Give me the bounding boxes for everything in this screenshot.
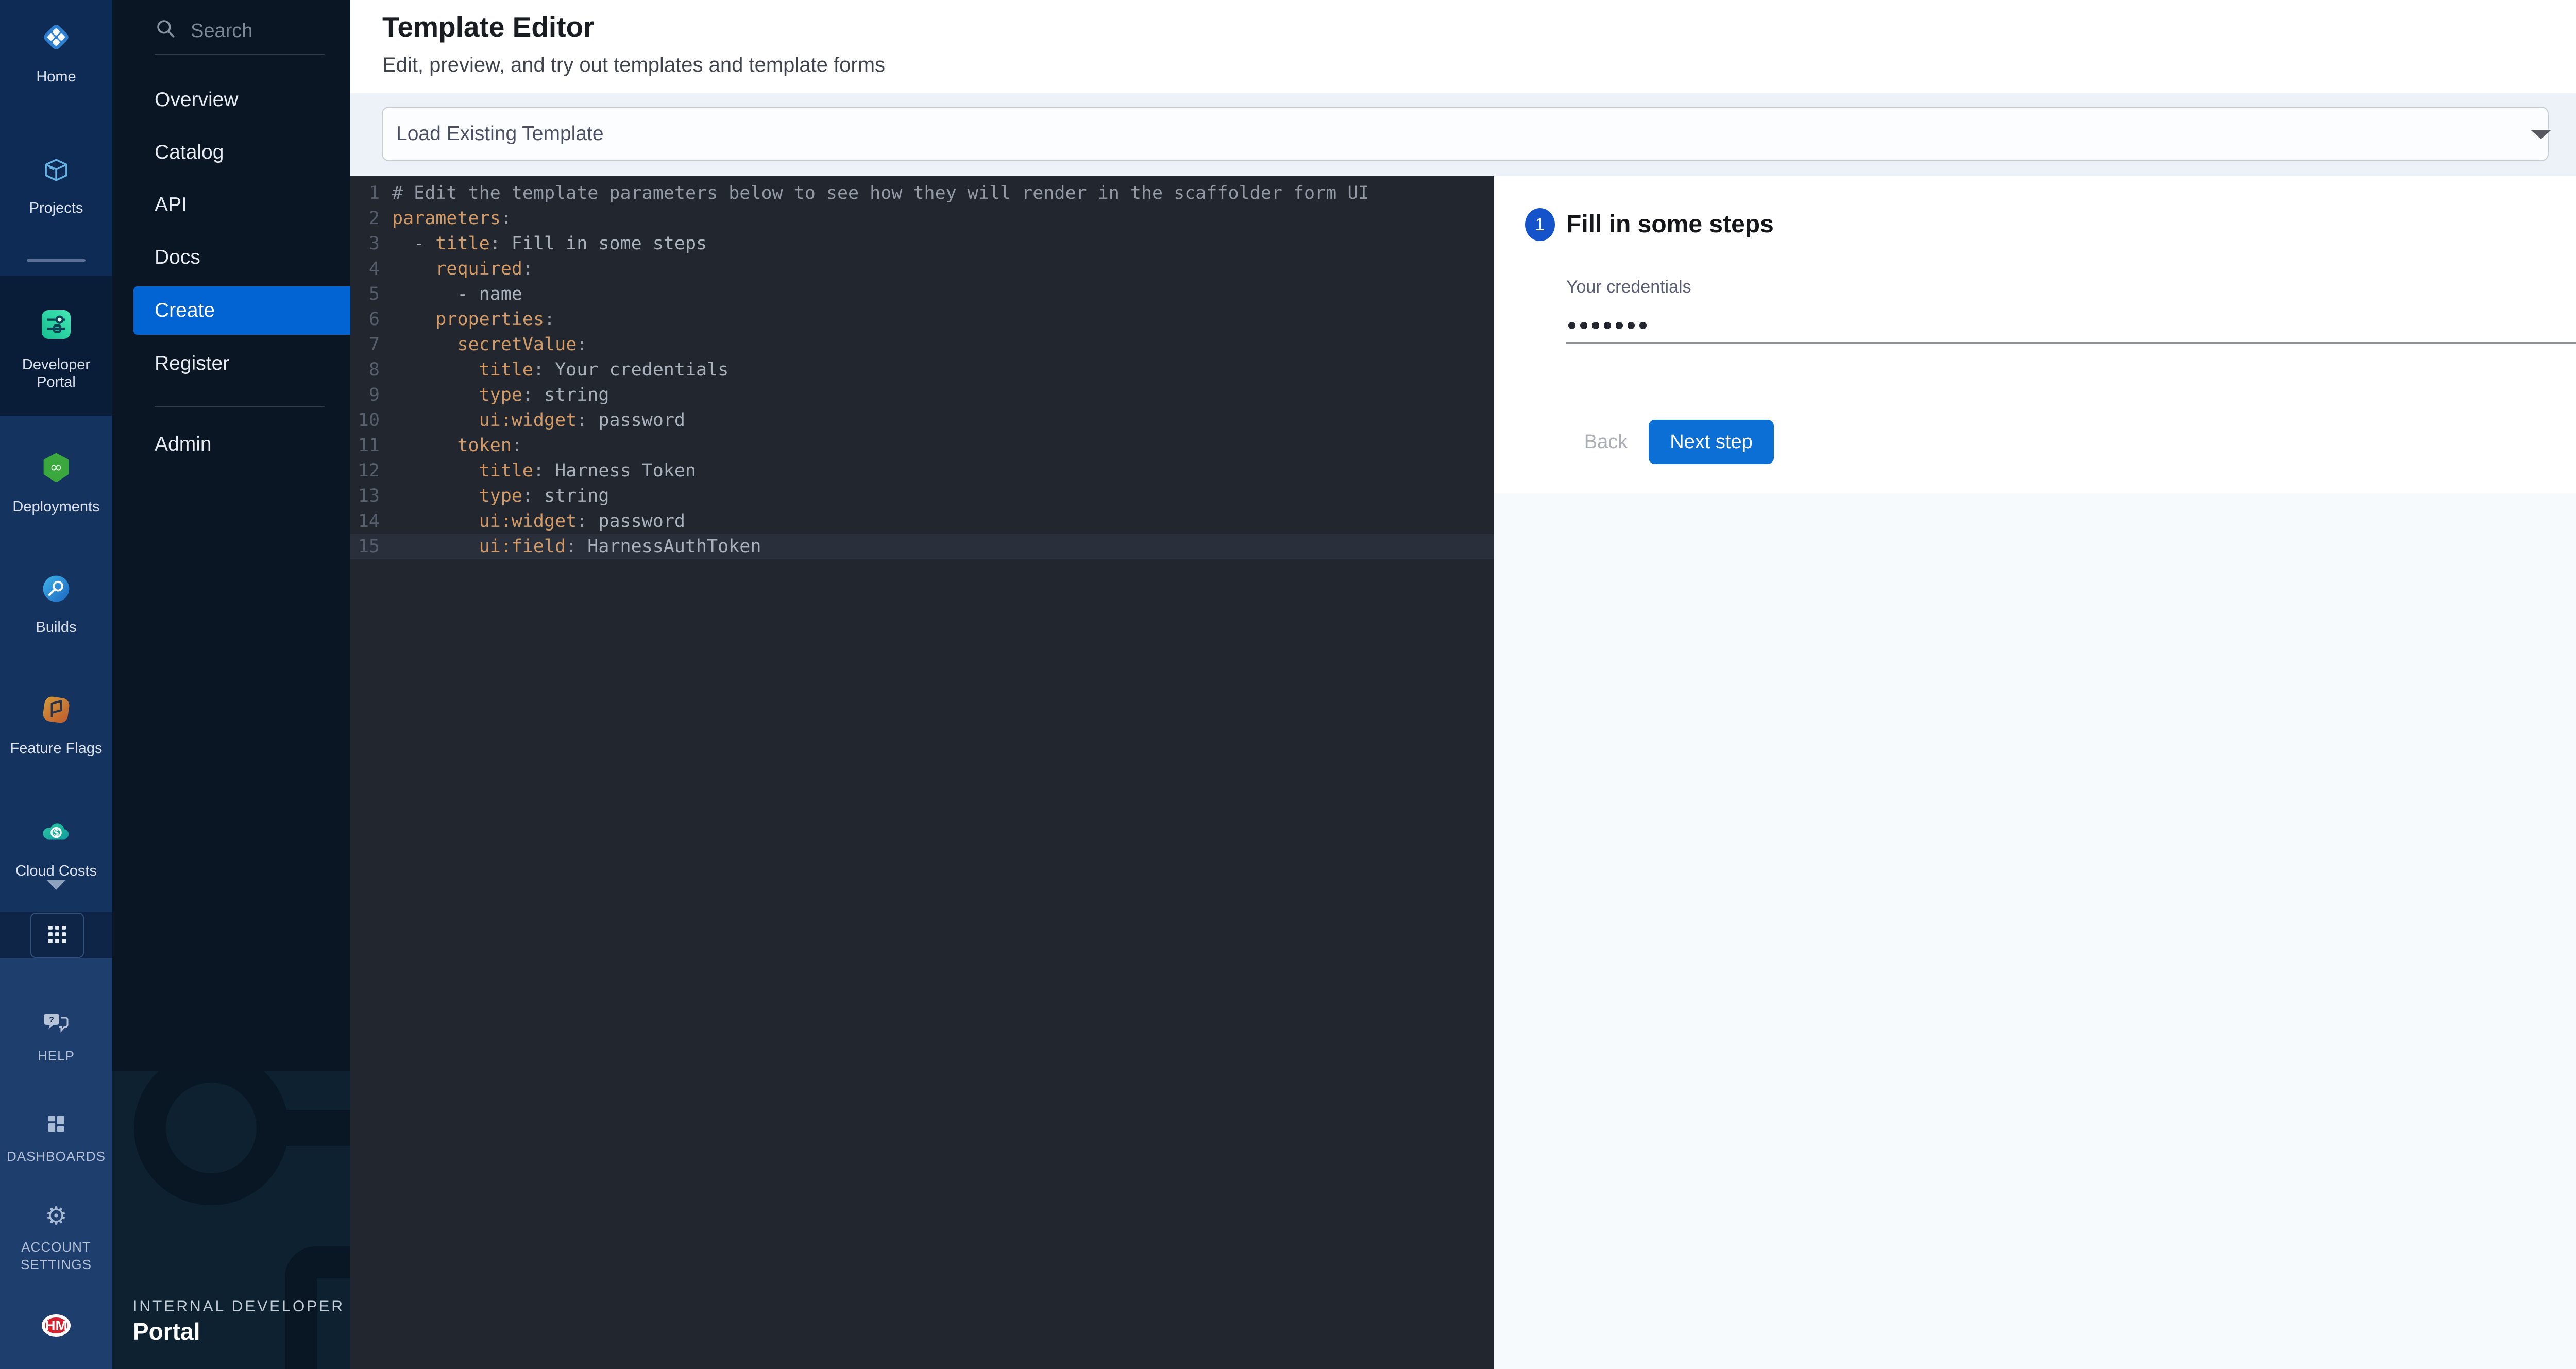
app-root: Home Projects Developer Portal ∞ Deploym… — [0, 0, 2576, 1369]
decorative-pipe — [277, 1110, 350, 1146]
code-line: 14 ui:widget: password — [350, 509, 1494, 534]
rail-item-home[interactable]: Home — [0, 21, 112, 85]
rail-item-label: Developer Portal — [12, 356, 100, 391]
code-line: 10 ui:widget: password — [350, 408, 1494, 433]
sidenav-divider — [155, 54, 325, 55]
svg-text:$: $ — [54, 828, 59, 838]
sidenav-item-register[interactable]: Register — [155, 353, 229, 374]
rail-item-label: Projects — [0, 199, 112, 217]
rail-item-account-settings[interactable]: ⚙ ACCOUNT SETTINGS — [0, 1204, 112, 1273]
step-number-badge: 1 — [1525, 208, 1555, 241]
password-dot — [1580, 322, 1587, 329]
password-dot — [1639, 322, 1647, 329]
code-line: 1# Edit the template parameters below to… — [350, 181, 1494, 206]
harness-logo-icon — [0, 21, 112, 56]
projects-cube-icon — [0, 156, 112, 187]
code-line: 6 properties: — [350, 307, 1494, 332]
grid-icon — [48, 926, 66, 946]
search-input[interactable]: Search — [155, 18, 252, 44]
code-line: 12 title: Harness Token — [350, 458, 1494, 484]
brand-line1: INTERNAL DEVELOPER — [133, 1298, 345, 1315]
sidenav: Search Overview Catalog API Docs Create … — [112, 0, 350, 1369]
step-title: Fill in some steps — [1566, 210, 1774, 238]
password-dot — [1628, 322, 1635, 329]
credentials-label: Your credentials — [1566, 277, 1691, 297]
rail-divider — [27, 259, 86, 262]
search-icon — [155, 18, 176, 44]
brand-line2: Portal — [133, 1317, 200, 1345]
builds-icon — [0, 574, 112, 606]
rail-item-label: Builds — [0, 619, 112, 636]
input-underline — [1566, 342, 2576, 344]
password-dot — [1568, 322, 1575, 329]
page-subtitle: Edit, preview, and try out templates and… — [382, 54, 885, 77]
load-template-select[interactable]: Load Existing Template — [382, 107, 2549, 161]
rail-expand-modules[interactable] — [0, 890, 112, 899]
code-line: 5 - name — [350, 282, 1494, 307]
rail-item-builds[interactable]: Builds — [0, 574, 112, 636]
rail-item-label: Deployments — [0, 498, 112, 516]
code-line: 9 type: string — [350, 383, 1494, 408]
rail-item-dashboards[interactable]: DASHBOARDS — [0, 1112, 112, 1165]
code-line: 13 type: string — [350, 484, 1494, 509]
form-preview-panel: 1 Fill in some steps Your credentials Ba… — [1494, 176, 2576, 1369]
sidenav-divider — [155, 406, 325, 407]
code-line: 4 required: — [350, 256, 1494, 282]
code-line: 2parameters: — [350, 206, 1494, 231]
rail-item-label: Home — [0, 68, 112, 85]
help-chat-icon: ? — [0, 1012, 112, 1038]
code-lines: 1# Edit the template parameters below to… — [350, 181, 1494, 559]
rail-item-label: DASHBOARDS — [0, 1148, 112, 1165]
toolbar-band: Load Existing Template — [350, 93, 2576, 176]
rail-item-projects[interactable]: Projects — [0, 156, 112, 217]
load-template-select-label: Load Existing Template — [396, 108, 604, 160]
cloud-costs-icon: $ — [0, 815, 112, 850]
deployments-icon: ∞ — [0, 452, 112, 486]
module-browser-button[interactable] — [30, 913, 84, 958]
developer-portal-icon — [0, 308, 112, 344]
rail-item-help[interactable]: ? HELP — [0, 1012, 112, 1065]
rail-item-label: Feature Flags — [0, 740, 112, 757]
rail-item-feature-flags[interactable]: Feature Flags — [0, 695, 112, 757]
sidenav-item-overview[interactable]: Overview — [155, 90, 239, 110]
rail-item-label: ACCOUNT SETTINGS — [15, 1238, 97, 1273]
template-editor-code[interactable]: 1# Edit the template parameters below to… — [350, 176, 1494, 1369]
avatar: HM — [42, 1314, 71, 1337]
sidenav-item-api[interactable]: API — [155, 195, 187, 215]
code-line: 3 - title: Fill in some steps — [350, 231, 1494, 256]
rail-item-cloud-costs[interactable]: $ Cloud Costs — [0, 815, 112, 880]
select-caret-icon — [2531, 130, 2551, 139]
rail-item-deployments[interactable]: ∞ Deployments — [0, 452, 112, 516]
sidenav-item-catalog[interactable]: Catalog — [155, 142, 224, 163]
rail-item-label: HELP — [0, 1047, 112, 1065]
feature-flags-icon — [0, 695, 112, 727]
search-placeholder: Search — [191, 20, 252, 42]
form-card: 1 Fill in some steps Your credentials Ba… — [1494, 176, 2576, 493]
sidenav-item-create[interactable]: Create — [133, 286, 350, 335]
page-title: Template Editor — [382, 10, 595, 43]
back-button[interactable]: Back — [1577, 420, 1635, 464]
code-line: 15 ui:field: HarnessAuthToken — [350, 534, 1494, 559]
next-step-button[interactable]: Next step — [1649, 420, 1774, 464]
password-dot — [1604, 322, 1611, 329]
chevron-down-icon — [47, 880, 65, 899]
svg-text:∞: ∞ — [50, 458, 63, 476]
rail-item-user-avatar[interactable]: HM — [0, 1309, 112, 1342]
credentials-dots — [1568, 322, 1647, 329]
svg-text:?: ? — [49, 1016, 54, 1024]
page-header: Template Editor Edit, preview, and try o… — [350, 0, 2576, 93]
module-rail: Home Projects Developer Portal ∞ Deploym… — [0, 0, 112, 1369]
password-dot — [1592, 322, 1599, 329]
gear-icon: ⚙ — [0, 1204, 112, 1229]
decorative-ring — [134, 1071, 289, 1205]
code-line: 7 secretValue: — [350, 332, 1494, 357]
sidenav-item-docs[interactable]: Docs — [155, 247, 200, 268]
dashboards-icon — [0, 1112, 112, 1138]
rail-item-label: Cloud Costs — [0, 862, 112, 880]
rail-item-developer-portal[interactable]: Developer Portal — [0, 308, 112, 391]
sidenav-item-admin[interactable]: Admin — [155, 434, 212, 455]
password-dot — [1616, 322, 1623, 329]
code-line: 11 token: — [350, 433, 1494, 458]
code-line: 8 title: Your credentials — [350, 357, 1494, 383]
